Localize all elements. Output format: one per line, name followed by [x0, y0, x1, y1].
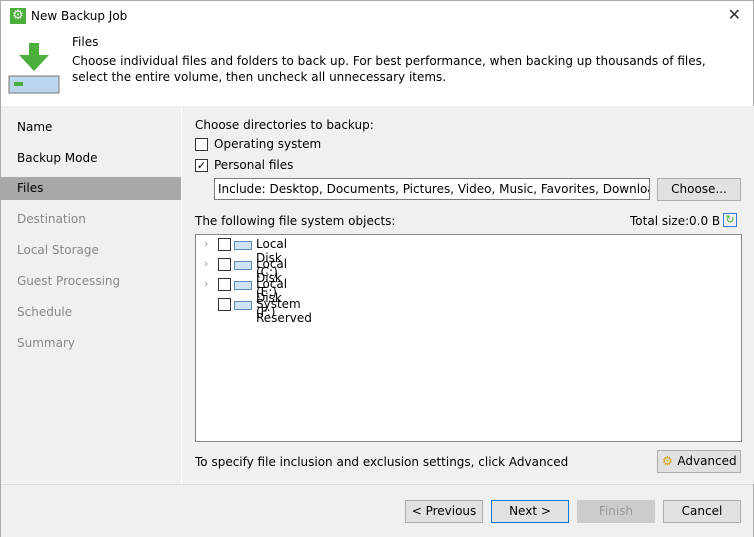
- backup-download-icon: [8, 43, 60, 94]
- step-schedule[interactable]: Schedule: [1, 301, 181, 324]
- window-title: New Backup Job: [31, 9, 128, 23]
- node-checkbox[interactable]: [218, 258, 231, 271]
- node-checkbox[interactable]: [218, 298, 231, 311]
- expand-icon[interactable]: ›: [204, 257, 208, 270]
- expand-icon[interactable]: ›: [204, 237, 208, 250]
- advanced-button[interactable]: ⚙ Advanced: [657, 450, 741, 473]
- step-guest-processing[interactable]: Guest Processing: [1, 270, 181, 293]
- new-backup-job-window: ⚙ New Backup Job ✕ Files Choose individu…: [0, 0, 754, 537]
- step-destination[interactable]: Destination: [1, 208, 181, 231]
- total-size-label: Total size:: [630, 214, 690, 228]
- node-checkbox[interactable]: [218, 278, 231, 291]
- windows-disk-icon: [234, 241, 252, 250]
- page-description: Choose individual files and folders to b…: [72, 54, 706, 84]
- advanced-label: Advanced: [677, 454, 737, 468]
- title-bar: ⚙ New Backup Job ✕: [1, 1, 753, 31]
- personal-files-checkbox[interactable]: ✓: [195, 159, 208, 172]
- step-backup-mode[interactable]: Backup Mode: [1, 147, 181, 170]
- node-checkbox[interactable]: [218, 238, 231, 251]
- expand-icon[interactable]: ›: [204, 277, 208, 290]
- step-local-storage[interactable]: Local Storage: [1, 239, 181, 262]
- finish-button[interactable]: Finish: [577, 500, 655, 523]
- advanced-hint: To specify file inclusion and exclusion …: [195, 455, 569, 469]
- file-system-tree: › Local Disk (C:) › Local Disk (E:) › Lo…: [195, 234, 742, 442]
- close-button[interactable]: ✕: [728, 5, 741, 24]
- step-files[interactable]: Files: [1, 177, 181, 200]
- wizard-footer: < Previous Next > Finish Cancel: [1, 484, 753, 537]
- choose-button[interactable]: Choose...: [657, 178, 741, 201]
- refresh-icon[interactable]: ↻: [723, 213, 737, 227]
- operating-system-checkbox[interactable]: [195, 138, 208, 151]
- gear-icon: ⚙: [10, 8, 26, 24]
- operating-system-label: Operating system: [214, 137, 322, 151]
- total-size-value: 0.0 B: [689, 214, 721, 228]
- step-name[interactable]: Name: [1, 116, 181, 139]
- personal-files-label: Personal files: [214, 158, 294, 172]
- disk-icon: [234, 261, 252, 270]
- disk-icon: [234, 301, 252, 310]
- choose-directories-label: Choose directories to backup:: [195, 118, 374, 132]
- objects-label: The following file system objects:: [195, 214, 396, 228]
- node-label: System Reserved: [256, 297, 312, 325]
- gear-icon: ⚙: [662, 454, 673, 468]
- previous-button[interactable]: < Previous: [405, 500, 483, 523]
- include-folders-field[interactable]: Include: Desktop, Documents, Pictures, V…: [214, 178, 650, 200]
- disk-icon: [234, 281, 252, 290]
- step-summary[interactable]: Summary: [1, 332, 181, 355]
- next-button[interactable]: Next >: [491, 500, 569, 523]
- cancel-button[interactable]: Cancel: [663, 500, 741, 523]
- files-panel: Choose directories to backup: Operating …: [182, 106, 754, 484]
- wizard-steps: Name Backup Mode Files Destination Local…: [1, 106, 181, 484]
- page-title: Files: [72, 35, 99, 49]
